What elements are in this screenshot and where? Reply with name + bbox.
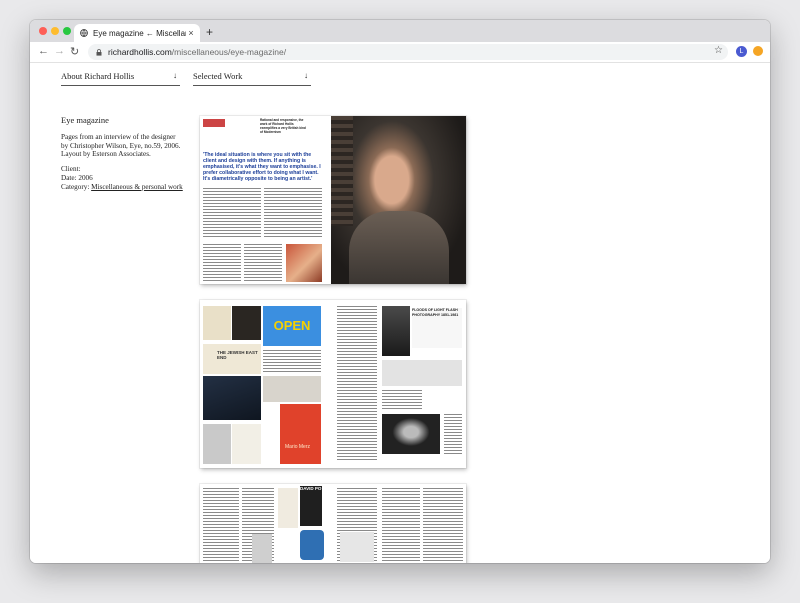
portrait-photo	[331, 116, 466, 284]
date-label: Date: 2006	[61, 173, 93, 182]
text-column	[444, 414, 462, 454]
globe-icon	[80, 29, 88, 37]
bookmark-star-icon[interactable]: ☆	[714, 45, 723, 56]
minimize-window-button[interactable]	[51, 27, 59, 35]
page-content: About Richard Hollis ↓ Selected Work ↓ E…	[30, 63, 770, 563]
close-window-button[interactable]	[39, 27, 47, 35]
profile-avatar[interactable]: L	[736, 46, 747, 57]
poster-mario-merz: Mario Merz	[280, 404, 321, 464]
text-column	[264, 188, 322, 238]
project-description: Pages from an interview of the designer …	[61, 133, 191, 159]
category-label: Category:	[61, 182, 92, 191]
photo-thumb	[382, 414, 440, 454]
masthead-block	[203, 119, 225, 127]
forward-arrow-icon[interactable]: →	[54, 45, 65, 57]
magazine-spread-2[interactable]: THE JEWISH EAST END OPEN Mario Merz FLOO…	[200, 300, 466, 468]
spread-headline: 'The ideal situation is where you sit wi…	[203, 152, 321, 182]
magazine-spread-3[interactable]: DAVID PO	[200, 484, 466, 563]
browser-toolbar: ← → ↻ richardhollis.com/miscellaneous/ey…	[30, 42, 770, 63]
lock-icon	[96, 48, 102, 56]
illustration-image	[286, 244, 322, 282]
poster-thumb	[203, 424, 231, 464]
bookshelf	[331, 116, 353, 226]
portrait-shirt	[349, 211, 449, 284]
text-column	[203, 188, 261, 238]
tab-bar: Eye magazine ← Miscellaneous × +	[30, 20, 770, 42]
project-meta: Client: Date: 2006 Category: Miscellaneo…	[61, 165, 191, 191]
text-column	[423, 488, 463, 563]
spread-kicker: Rational and responsive, the work of Ric…	[260, 118, 306, 134]
tab-title: Eye magazine ← Miscellaneous	[93, 28, 186, 38]
extension-icon[interactable]	[753, 46, 763, 56]
project-info: Eye magazine Pages from an interview of …	[61, 116, 191, 198]
photo-thumb	[203, 376, 261, 420]
text-column	[203, 488, 239, 563]
text-column	[263, 350, 321, 372]
text-column	[382, 488, 420, 563]
about-label: About Richard Hollis	[61, 71, 135, 81]
poster-thumb	[232, 306, 261, 340]
category-link[interactable]: Miscellaneous & personal work	[91, 183, 183, 191]
poster-david-po: DAVID PO	[300, 486, 322, 526]
poster-thumb	[263, 376, 321, 402]
poster-open: OPEN	[263, 306, 321, 346]
text-column	[203, 244, 241, 282]
photo-thumb	[382, 306, 410, 356]
poster-thumb	[203, 306, 231, 340]
poster-thumb	[232, 424, 261, 464]
tab-active[interactable]: Eye magazine ← Miscellaneous ×	[74, 24, 200, 42]
down-arrow-icon: ↓	[173, 71, 177, 80]
client-label: Client:	[61, 165, 81, 174]
address-bar[interactable]: richardhollis.com/miscellaneous/eye-maga…	[88, 44, 728, 60]
new-tab-button[interactable]: +	[206, 25, 213, 39]
url-host: richardhollis.com	[108, 47, 172, 57]
description-line: Pages from an interview of the designer	[61, 132, 176, 141]
project-title: Eye magazine	[61, 115, 109, 125]
description-line: Layout by Esterson Associates.	[61, 150, 151, 159]
url-path: /miscellaneous/eye-magazine/	[171, 47, 287, 57]
text-column	[244, 244, 282, 282]
down-arrow-icon: ↓	[304, 71, 308, 80]
maximize-window-button[interactable]	[63, 27, 71, 35]
book-caption: FLOODS OF LIGHT FLASH PHOTOGRAPHY 1851-1…	[412, 308, 462, 348]
photo-thumb	[382, 360, 462, 386]
description-line: by Christopher Wilson, Eye, no.59, 2006.	[61, 141, 181, 150]
teapot-image	[300, 530, 324, 560]
selected-work-label: Selected Work	[193, 71, 243, 81]
browser-window: Eye magazine ← Miscellaneous × + ← → ↻ r…	[30, 20, 770, 563]
magazine-spread-1[interactable]: Rational and responsive, the work of Ric…	[200, 116, 466, 284]
back-arrow-icon[interactable]: ←	[38, 45, 49, 57]
text-column	[337, 306, 377, 460]
poster-jewish-east-end: THE JEWISH EAST END	[203, 344, 261, 374]
photo-thumb	[252, 534, 272, 563]
close-tab-icon[interactable]: ×	[186, 28, 196, 38]
reload-icon[interactable]: ↻	[70, 45, 79, 58]
about-dropdown[interactable]: About Richard Hollis ↓	[61, 71, 180, 86]
poster-thumb	[278, 488, 298, 528]
text-column	[382, 390, 422, 410]
photo-thumb	[340, 532, 374, 562]
selected-work-dropdown[interactable]: Selected Work ↓	[193, 71, 311, 86]
